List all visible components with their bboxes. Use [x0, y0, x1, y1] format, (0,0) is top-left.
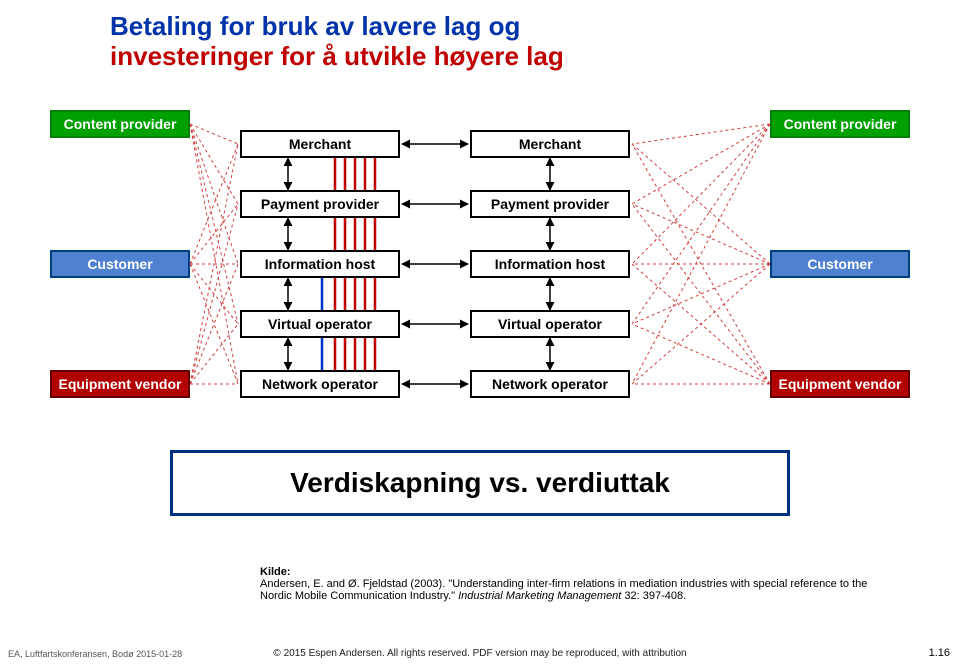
information-host-left: Information host	[240, 250, 400, 278]
payment-provider-right: Payment provider	[470, 190, 630, 218]
merchant-left: Merchant	[240, 130, 400, 158]
source-journal: Industrial Marketing Management	[458, 590, 621, 602]
merchant-right: Merchant	[470, 130, 630, 158]
virtual-operator-left: Virtual operator	[240, 310, 400, 338]
payment-provider-left: Payment provider	[240, 190, 400, 218]
customer-left: Customer	[50, 250, 190, 278]
equipment-vendor-left: Equipment vendor	[50, 370, 190, 398]
equipment-vendor-right: Equipment vendor	[770, 370, 910, 398]
content-provider-right: Content provider	[770, 110, 910, 138]
network-operator-right: Network operator	[470, 370, 630, 398]
information-host-right: Information host	[470, 250, 630, 278]
source-pages: 32: 397-408.	[621, 590, 686, 602]
content-provider-left: Content provider	[50, 110, 190, 138]
value-banner: Verdiskapning vs. verdiuttak	[170, 450, 790, 516]
network-operator-left: Network operator	[240, 370, 400, 398]
slide: Betaling for bruk av lavere lag og inves…	[0, 0, 960, 665]
footer-center: © 2015 Espen Andersen. All rights reserv…	[0, 648, 960, 659]
source-label: Kilde:	[260, 566, 291, 578]
virtual-operator-right: Virtual operator	[470, 310, 630, 338]
customer-right: Customer	[770, 250, 910, 278]
source-citation: Kilde: Andersen, E. and Ø. Fjeldstad (20…	[260, 566, 900, 602]
footer-page-number: 1.16	[929, 647, 950, 659]
